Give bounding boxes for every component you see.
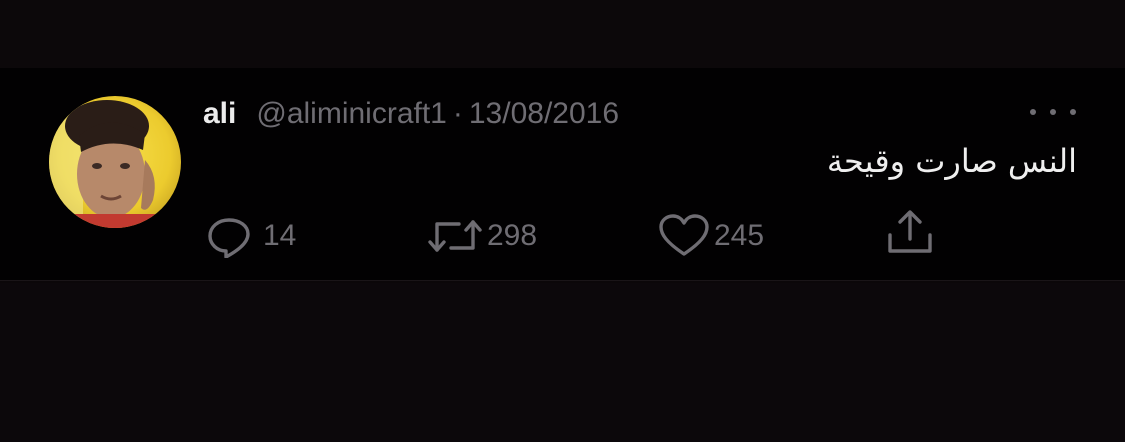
retweet-count: 298 — [487, 219, 538, 252]
screen: ali @aliminicraft1 · 13/08/2016 النس صار… — [0, 0, 1125, 442]
top-bar — [0, 0, 1125, 68]
like-count: 245 — [714, 219, 765, 252]
tweet-text: النس صارت وقيحة — [826, 142, 1077, 180]
dot — [1070, 109, 1076, 115]
separator: · — [452, 97, 463, 130]
avatar[interactable] — [49, 96, 181, 228]
reply-count: 14 — [263, 219, 297, 252]
reply-icon — [205, 214, 259, 258]
share-button[interactable] — [884, 210, 936, 254]
display-name[interactable]: ali — [203, 97, 236, 131]
retweet-button[interactable]: 298 — [427, 214, 537, 258]
dot — [1030, 109, 1036, 115]
retweet-icon — [427, 214, 483, 258]
dot — [1050, 109, 1056, 115]
like-button[interactable]: 245 — [658, 214, 764, 258]
tweet-date[interactable]: 13/08/2016 — [469, 97, 619, 131]
share-icon — [884, 207, 936, 257]
heart-icon — [658, 214, 710, 258]
reply-button[interactable]: 14 — [205, 214, 296, 258]
avatar-image — [49, 96, 181, 228]
user-handle[interactable]: @aliminicraft1 — [256, 97, 447, 131]
more-horizontal-icon[interactable] — [1030, 100, 1076, 124]
empty-area — [0, 283, 1125, 442]
tweet-header: ali @aliminicraft1 · 13/08/2016 — [203, 96, 619, 132]
